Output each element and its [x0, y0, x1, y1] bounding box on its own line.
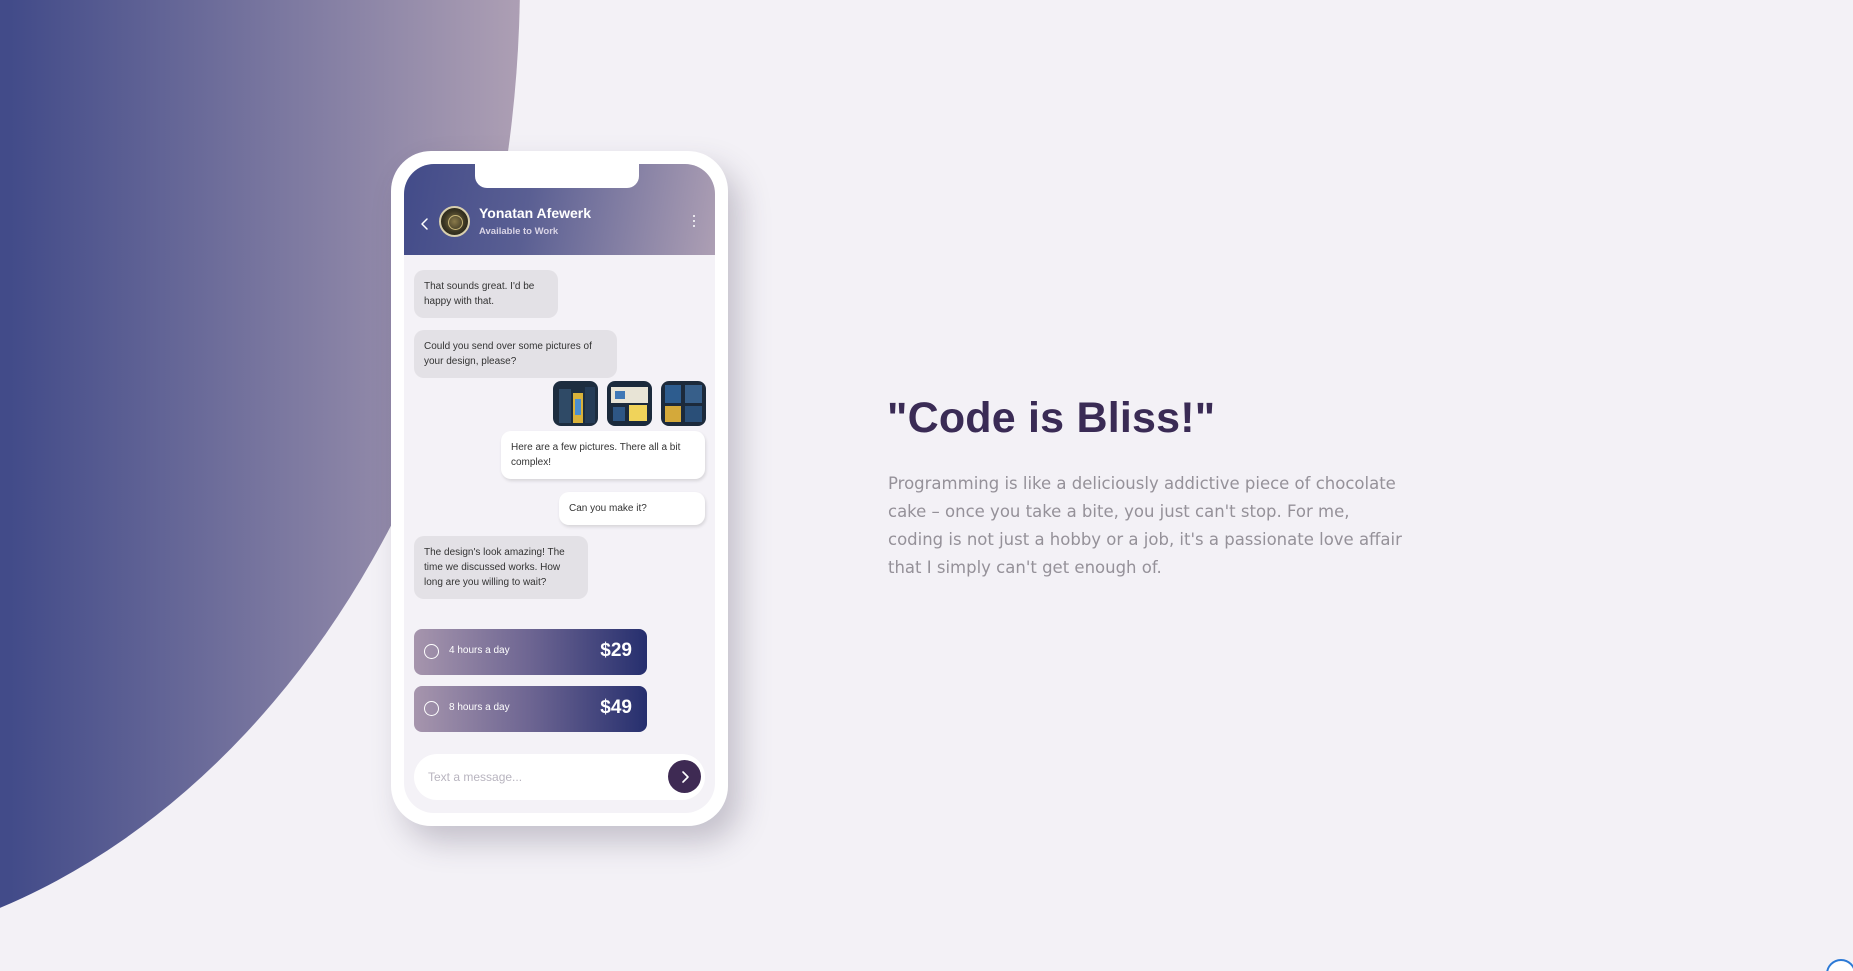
- option-label: 8 hours a day: [449, 702, 510, 713]
- phone-screen: Yonatan Afewerk Available to Work That s…: [404, 164, 715, 813]
- design-image-thumbnail[interactable]: [553, 381, 598, 426]
- option-4-hours[interactable]: 4 hours a day $29: [414, 629, 647, 675]
- option-price: $49: [600, 697, 632, 718]
- contact-status: Available to Work: [479, 226, 559, 237]
- phone-mockup: Yonatan Afewerk Available to Work That s…: [391, 151, 728, 826]
- design-image-thumbnail[interactable]: [661, 381, 706, 426]
- message-bubble: That sounds great. I'd be happy with tha…: [414, 270, 558, 318]
- option-label: 4 hours a day: [449, 645, 510, 656]
- option-8-hours[interactable]: 8 hours a day $49: [414, 686, 647, 732]
- message-composer: [414, 754, 705, 800]
- message-bubble: Could you send over some pictures of you…: [414, 330, 617, 378]
- phone-notch: [475, 164, 639, 188]
- send-icon: [681, 770, 689, 783]
- hero-description: Programming is like a deliciously addict…: [888, 474, 1402, 577]
- back-icon[interactable]: [418, 216, 432, 230]
- send-button[interactable]: [668, 760, 701, 793]
- radio-button[interactable]: [424, 644, 439, 659]
- message-bubble: The design's look amazing! The time we d…: [414, 536, 588, 599]
- option-price: $29: [600, 640, 632, 661]
- contact-name: Yonatan Afewerk: [479, 205, 592, 221]
- hero-title: "Code is Bliss!": [887, 394, 1216, 442]
- corner-widget[interactable]: [1826, 959, 1853, 971]
- message-bubble: Here are a few pictures. There all a bit…: [501, 431, 705, 479]
- more-icon[interactable]: [692, 215, 696, 231]
- avatar[interactable]: [439, 206, 470, 237]
- design-image-thumbnail[interactable]: [607, 381, 652, 426]
- message-input[interactable]: [428, 766, 648, 788]
- message-bubble: Can you make it?: [559, 492, 705, 525]
- radio-button[interactable]: [424, 701, 439, 716]
